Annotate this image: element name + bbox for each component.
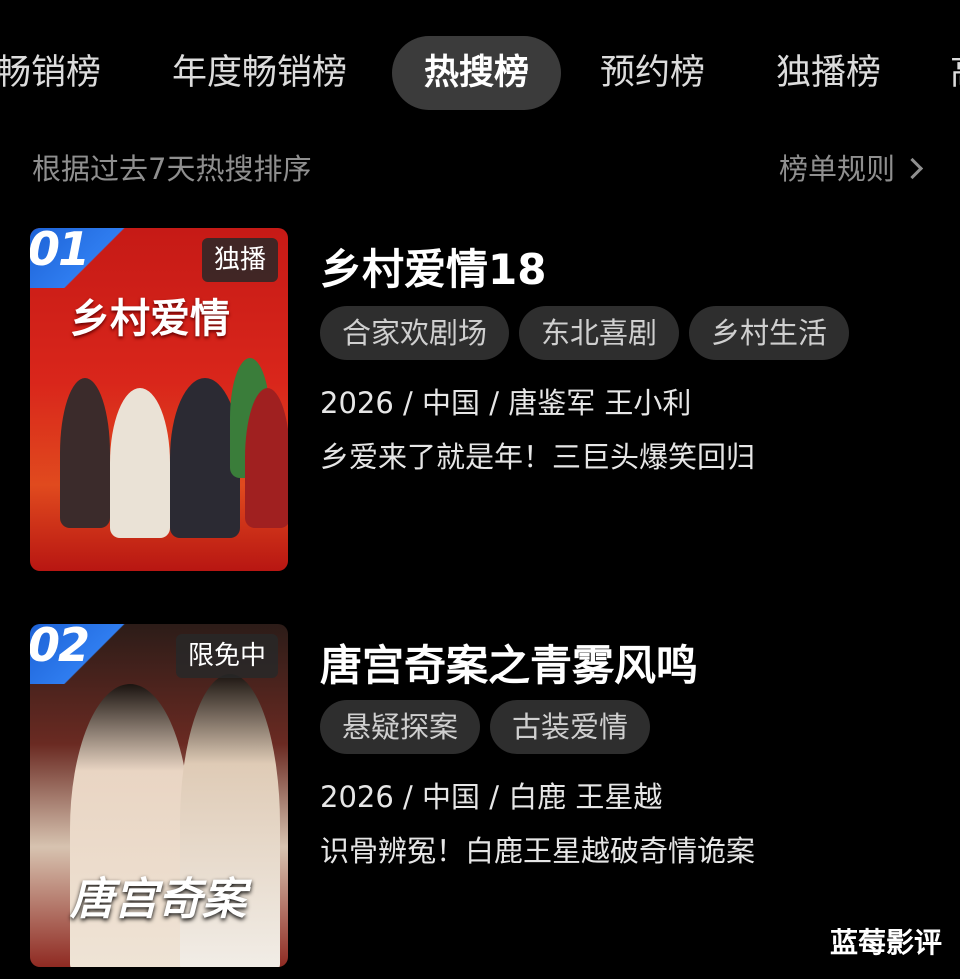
tag-chip[interactable]: 乡村生活 <box>689 306 850 360</box>
watermark: 蓝莓影评 <box>829 926 942 959</box>
rank-badge: 01 <box>30 228 126 288</box>
exclusive-badge: 独播 <box>201 238 278 282</box>
tab-exclusive[interactable]: 独播榜 <box>776 36 881 110</box>
poster-figure <box>110 388 170 538</box>
poster-image[interactable]: 唐宫奇案 02 限免中 <box>30 624 288 967</box>
rules-link[interactable]: 榜单规则 <box>778 146 924 188</box>
poster-figure <box>245 388 288 528</box>
poster-image[interactable]: 乡村爱情 01 独播 <box>30 228 288 571</box>
item-title[interactable]: 唐宫奇案之青雾风鸣 <box>320 632 698 693</box>
item-title[interactable]: 乡村爱情18 <box>320 236 546 297</box>
tag-chip[interactable]: 悬疑探案 <box>320 700 481 754</box>
item-meta: 2026 / 中国 / 唐鉴军 王小利 <box>320 386 692 420</box>
ranking-subtitle: 根据过去7天热搜排序 <box>32 152 312 186</box>
tag-chip[interactable]: 古装爱情 <box>490 700 651 754</box>
tag-chip[interactable]: 东北喜剧 <box>519 306 680 360</box>
tag-chip[interactable]: 合家欢剧场 <box>320 306 510 360</box>
chevron-right-icon <box>901 157 924 179</box>
tab-hot-search[interactable]: 热搜榜 <box>392 36 562 110</box>
poster-title-text: 乡村爱情 <box>70 295 230 342</box>
poster-title-text: 唐宫奇案 <box>70 874 246 925</box>
poster-figure <box>60 378 110 528</box>
rank-badge: 02 <box>30 624 126 684</box>
tag-list: 悬疑探案 古装爱情 <box>320 700 660 754</box>
tab-annual-bestseller[interactable]: 年度畅销榜 <box>172 36 347 110</box>
tab-more[interactable]: 高 <box>950 36 960 110</box>
tab-bestseller[interactable]: 畅销榜 <box>0 36 101 110</box>
tag-list: 合家欢剧场 东北喜剧 乡村生活 <box>320 306 859 360</box>
tab-reservation[interactable]: 预约榜 <box>600 36 705 110</box>
rules-link-label: 榜单规则 <box>778 152 895 186</box>
item-description: 乡爱来了就是年！三巨头爆笑回归 <box>320 440 756 474</box>
free-badge: 限免中 <box>175 634 278 678</box>
tab-bar: 畅销榜 年度畅销榜 热搜榜 预约榜 独播榜 高 <box>0 36 960 110</box>
item-meta: 2026 / 中国 / 白鹿 王星越 <box>320 780 663 814</box>
item-description: 识骨辨冤！白鹿王星越破奇情诡案 <box>320 834 756 868</box>
